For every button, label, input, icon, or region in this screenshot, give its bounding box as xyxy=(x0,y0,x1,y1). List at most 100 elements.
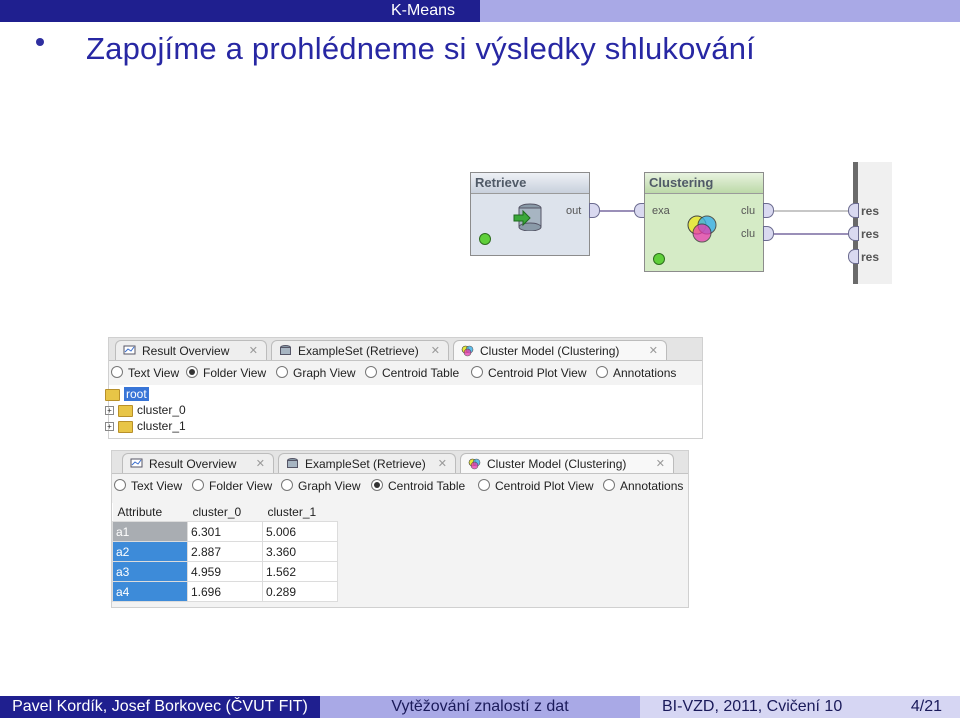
result-port[interactable] xyxy=(848,226,859,241)
connection-wire xyxy=(600,210,637,212)
expand-icon[interactable]: + xyxy=(105,406,114,416)
radio-centroid-plot-view[interactable]: Centroid Plot View xyxy=(471,365,587,381)
clustering-out-port-1[interactable] xyxy=(763,203,774,218)
slide-footer: Pavel Kordík, Josef Borkovec (ČVUT FIT) … xyxy=(0,696,960,718)
value-cell[interactable]: 6.301 xyxy=(187,521,263,542)
retrieve-operator-title: Retrieve xyxy=(471,173,589,194)
result-tabs: Result Overview ✕ ExampleSet (Retrieve) ✕ … xyxy=(109,338,702,361)
result-port[interactable] xyxy=(848,249,859,264)
retrieve-status-indicator xyxy=(479,233,491,245)
attribute-cell[interactable]: a2 xyxy=(112,541,188,562)
folder-icon xyxy=(105,388,120,401)
radio-centroid-table[interactable]: Centroid Table xyxy=(371,478,465,494)
clustering-status-indicator xyxy=(653,253,665,265)
tab-result-overview[interactable]: Result Overview ✕ xyxy=(122,453,274,473)
retrieve-out-port-label: out xyxy=(566,205,582,217)
footer-authors: Pavel Kordík, Josef Borkovec (ČVUT FIT) xyxy=(0,696,320,718)
retrieve-operator[interactable]: Retrieve out xyxy=(470,172,590,256)
slide-heading: Zapojíme a prohlédneme si výsledky shluk… xyxy=(86,31,755,66)
cluster-icon xyxy=(687,215,717,243)
radio-centroid-table[interactable]: Centroid Table xyxy=(365,365,459,381)
table-row[interactable]: a1 6.301 5.006 xyxy=(112,521,338,542)
radio-folder-view[interactable]: Folder View xyxy=(186,365,266,381)
clustering-operator[interactable]: Clustering exa clu clu xyxy=(644,172,764,272)
attribute-cell[interactable]: a4 xyxy=(112,581,188,602)
tree-item-cluster-1[interactable]: + cluster_1 xyxy=(105,419,186,433)
close-icon[interactable]: ✕ xyxy=(649,341,658,361)
footer-lecture-info: BI-VZD, 2011, Cvičení 10 4/21 xyxy=(640,696,960,718)
value-cell[interactable]: 4.959 xyxy=(187,561,263,582)
footer-course-title: Vytěžování znalostí z dat xyxy=(320,696,640,718)
radio-text-view[interactable]: Text View xyxy=(111,365,179,381)
value-cell[interactable]: 1.562 xyxy=(262,561,338,582)
result-port[interactable] xyxy=(848,203,859,218)
column-header[interactable]: cluster_1 xyxy=(262,503,338,522)
connection-wire xyxy=(774,233,848,235)
tab-label: ExampleSet (Retrieve) xyxy=(305,457,426,471)
column-header[interactable]: Attribute xyxy=(112,503,188,522)
page-number: 4/21 xyxy=(910,698,942,715)
radio-text-view[interactable]: Text View xyxy=(114,478,182,494)
clustering-out-port-label: clu xyxy=(741,205,756,217)
section-title: K-Means xyxy=(390,2,455,19)
close-icon[interactable]: ✕ xyxy=(431,341,440,361)
radio-annotations[interactable]: Annotations xyxy=(603,478,683,494)
column-header[interactable]: cluster_0 xyxy=(187,503,263,522)
retrieve-out-port[interactable] xyxy=(589,203,600,218)
close-icon[interactable]: ✕ xyxy=(249,341,258,361)
radio-annotations[interactable]: Annotations xyxy=(596,365,676,381)
cluster-icon xyxy=(461,345,474,357)
close-icon[interactable]: ✕ xyxy=(438,454,447,474)
top-bar-light-segment xyxy=(480,0,960,22)
clustering-out-port-label: clu xyxy=(741,228,756,240)
tab-exampleset[interactable]: ExampleSet (Retrieve) ✕ xyxy=(271,340,449,360)
attribute-cell[interactable]: a3 xyxy=(112,561,188,582)
value-cell[interactable]: 1.696 xyxy=(187,581,263,602)
view-selector: Text View Folder View Graph View Centroi… xyxy=(109,361,702,385)
tree-item-label: cluster_0 xyxy=(137,403,186,417)
results-panel-folder-view: Result Overview ✕ ExampleSet (Retrieve) ✕ … xyxy=(105,337,703,439)
radio-folder-view[interactable]: Folder View xyxy=(192,478,272,494)
top-header-bar: K-Means xyxy=(0,0,960,22)
tab-cluster-model[interactable]: Cluster Model (Clustering) ✕ xyxy=(453,340,667,360)
cluster-icon xyxy=(468,458,481,470)
tab-label: Cluster Model (Clustering) xyxy=(487,457,627,471)
close-icon[interactable]: ✕ xyxy=(656,454,665,474)
overview-icon xyxy=(130,458,143,468)
tab-label: ExampleSet (Retrieve) xyxy=(298,344,419,358)
value-cell[interactable]: 3.360 xyxy=(262,541,338,562)
results-panel-centroid-table: Result Overview ✕ ExampleSet (Retrieve) ✕ … xyxy=(111,450,689,608)
clustering-operator-title: Clustering xyxy=(645,173,763,194)
tab-label: Result Overview xyxy=(142,344,230,358)
tree-item-root[interactable]: root xyxy=(105,387,149,401)
expand-icon[interactable]: + xyxy=(105,422,114,432)
close-icon[interactable]: ✕ xyxy=(256,454,265,474)
overview-icon xyxy=(123,345,136,355)
centroid-table: Attribute cluster_0 cluster_1 a1 6.301 5… xyxy=(112,503,338,602)
value-cell[interactable]: 5.006 xyxy=(262,521,338,542)
database-icon xyxy=(280,345,291,355)
clustering-out-port-2[interactable] xyxy=(763,226,774,241)
result-port-label: res xyxy=(861,250,880,264)
attribute-cell[interactable]: a1 xyxy=(112,521,188,542)
table-row[interactable]: a2 2.887 3.360 xyxy=(112,541,338,562)
tab-result-overview[interactable]: Result Overview ✕ xyxy=(115,340,267,360)
tab-label: Result Overview xyxy=(149,457,237,471)
view-selector: Text View Folder View Graph View Centroi… xyxy=(112,474,688,498)
table-row[interactable]: a4 1.696 0.289 xyxy=(112,581,338,602)
value-cell[interactable]: 0.289 xyxy=(262,581,338,602)
tree-item-cluster-0[interactable]: + cluster_0 xyxy=(105,403,186,417)
table-header-row: Attribute cluster_0 cluster_1 xyxy=(112,503,338,522)
tab-cluster-model[interactable]: Cluster Model (Clustering) ✕ xyxy=(460,453,674,473)
tab-label: Cluster Model (Clustering) xyxy=(480,344,620,358)
process-results-panel xyxy=(853,162,892,284)
table-row[interactable]: a3 4.959 1.562 xyxy=(112,561,338,582)
radio-graph-view[interactable]: Graph View xyxy=(281,478,360,494)
database-icon xyxy=(287,458,298,468)
radio-graph-view[interactable]: Graph View xyxy=(276,365,355,381)
result-port-label: res xyxy=(861,227,880,241)
value-cell[interactable]: 2.887 xyxy=(187,541,263,562)
cluster-tree: root + cluster_0 + cluster_1 xyxy=(105,385,702,437)
tab-exampleset[interactable]: ExampleSet (Retrieve) ✕ xyxy=(278,453,456,473)
radio-centroid-plot-view[interactable]: Centroid Plot View xyxy=(478,478,594,494)
